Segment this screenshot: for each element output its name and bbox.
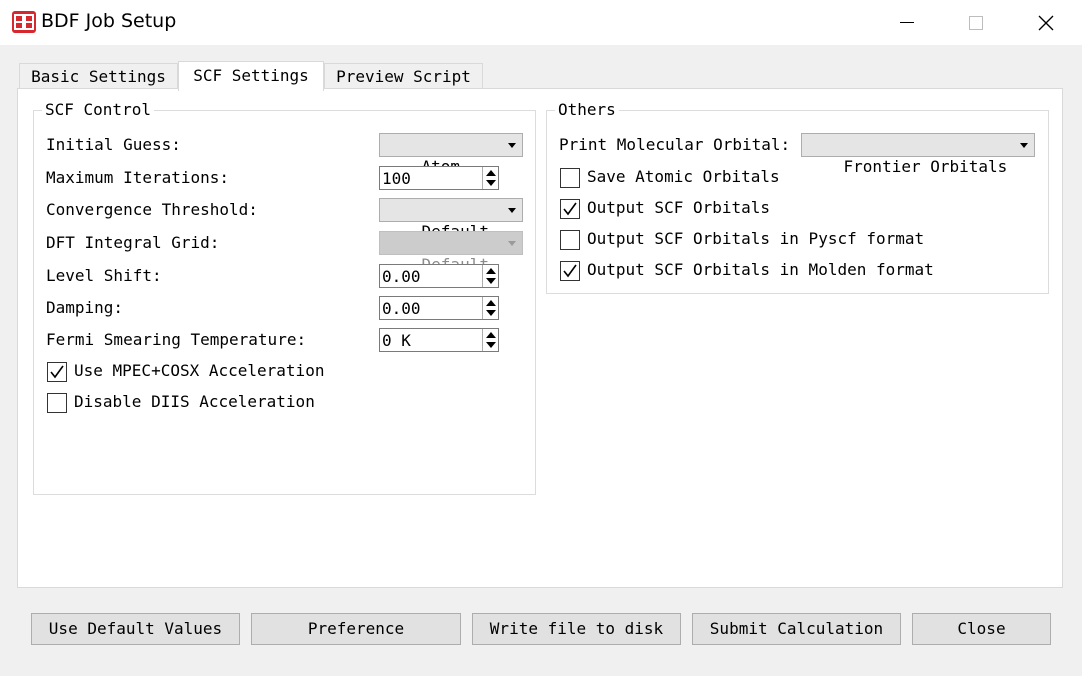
save-atomic-label[interactable]: Save Atomic Orbitals: [587, 167, 780, 187]
output-molden-checkbox[interactable]: [560, 261, 580, 281]
mpec-checkbox[interactable]: [47, 362, 67, 382]
damping-spinbox[interactable]: 0.00: [379, 296, 499, 320]
diis-label[interactable]: Disable DIIS Acceleration: [74, 392, 315, 412]
maximize-icon[interactable]: [948, 0, 1004, 45]
chevron-down-icon: [1020, 143, 1028, 148]
convergence-label: Convergence Threshold:: [46, 200, 258, 219]
damping-value: 0.00: [382, 299, 421, 318]
minimize-icon[interactable]: [879, 0, 935, 45]
print-mo-combo[interactable]: Frontier Orbitals: [801, 133, 1035, 176]
close-icon[interactable]: [1018, 0, 1074, 45]
tab-basic-settings[interactable]: Basic Settings: [19, 63, 178, 89]
use-default-values-button[interactable]: Use Default Values: [31, 613, 240, 645]
spin-buttons[interactable]: [482, 265, 498, 287]
spin-down-icon[interactable]: [486, 310, 496, 316]
others-title: Others: [555, 101, 619, 119]
level-shift-value: 0.00: [382, 267, 421, 286]
print-mo-value: Frontier Orbitals: [843, 157, 1008, 176]
fermi-value: 0 K: [382, 331, 411, 350]
output-pyscf-checkbox[interactable]: [560, 230, 580, 250]
chevron-down-icon: [508, 143, 516, 148]
tab-scf-settings[interactable]: SCF Settings: [178, 61, 324, 91]
spin-up-icon[interactable]: [486, 300, 496, 306]
spin-buttons[interactable]: [482, 297, 498, 319]
spin-down-icon[interactable]: [486, 180, 496, 186]
scf-settings-pane: SCF Control Initial Guess: Atom Maximum …: [17, 88, 1063, 588]
save-atomic-checkbox[interactable]: [560, 168, 580, 188]
checkmark-icon: [563, 202, 577, 216]
spin-up-icon[interactable]: [486, 268, 496, 274]
fermi-label: Fermi Smearing Temperature:: [46, 330, 307, 349]
mpec-label[interactable]: Use MPEC+COSX Acceleration: [74, 361, 324, 381]
max-iterations-label: Maximum Iterations:: [46, 168, 230, 187]
chevron-down-icon: [508, 241, 516, 246]
window-title: BDF Job Setup: [41, 10, 177, 32]
spin-down-icon[interactable]: [486, 342, 496, 348]
spin-buttons[interactable]: [482, 167, 498, 189]
output-pyscf-label[interactable]: Output SCF Orbitals in Pyscf format: [587, 229, 924, 249]
spin-buttons[interactable]: [482, 329, 498, 351]
checkmark-icon: [563, 264, 577, 278]
spin-down-icon[interactable]: [486, 278, 496, 284]
title-bar: BDF Job Setup: [0, 0, 1082, 45]
damping-label: Damping:: [46, 298, 124, 317]
level-shift-spinbox[interactable]: 0.00: [379, 264, 499, 288]
bdf-logo-icon: [12, 11, 36, 33]
dft-grid-label: DFT Integral Grid:: [46, 233, 220, 252]
diis-checkbox[interactable]: [47, 393, 67, 413]
tab-preview-script[interactable]: Preview Script: [324, 63, 483, 89]
output-scf-label[interactable]: Output SCF Orbitals: [587, 198, 770, 218]
dft-grid-combo: Default: [379, 231, 523, 274]
level-shift-label: Level Shift:: [46, 266, 162, 285]
max-iterations-value: 100: [382, 169, 411, 188]
preference-button[interactable]: Preference: [251, 613, 461, 645]
output-scf-checkbox[interactable]: [560, 199, 580, 219]
convergence-combo[interactable]: Default: [379, 198, 523, 241]
chevron-down-icon: [508, 208, 516, 213]
spin-up-icon[interactable]: [486, 332, 496, 338]
print-mo-label: Print Molecular Orbital:: [559, 135, 791, 154]
write-file-button[interactable]: Write file to disk: [472, 613, 681, 645]
initial-guess-label: Initial Guess:: [46, 135, 181, 154]
initial-guess-combo[interactable]: Atom: [379, 133, 523, 176]
close-button[interactable]: Close: [912, 613, 1051, 645]
max-iterations-spinbox[interactable]: 100: [379, 166, 499, 190]
spin-up-icon[interactable]: [486, 170, 496, 176]
output-molden-label[interactable]: Output SCF Orbitals in Molden format: [587, 260, 934, 280]
fermi-spinbox[interactable]: 0 K: [379, 328, 499, 352]
submit-calculation-button[interactable]: Submit Calculation: [692, 613, 901, 645]
checkmark-icon: [50, 365, 64, 379]
scf-control-title: SCF Control: [42, 101, 154, 119]
